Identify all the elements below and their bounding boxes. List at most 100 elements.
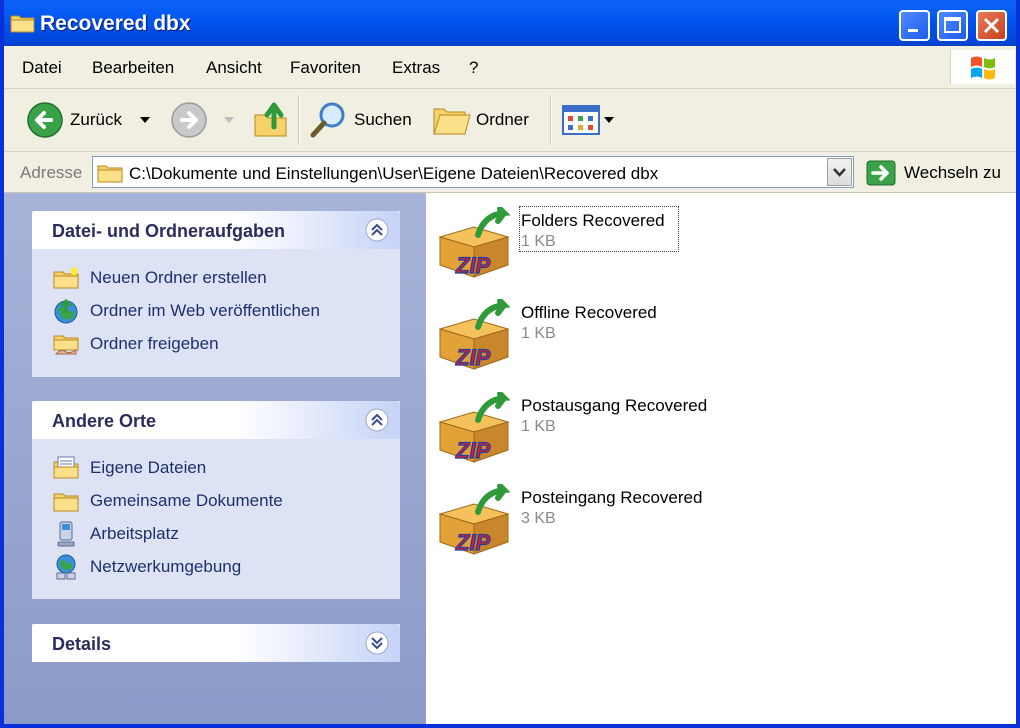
title-bar[interactable]: Recovered dbx bbox=[4, 0, 1016, 46]
menu-bearbeiten[interactable]: Bearbeiten bbox=[92, 58, 174, 78]
file-size: 1 KB bbox=[521, 233, 556, 250]
folders-label: Ordner bbox=[476, 110, 529, 129]
file-size: 3 KB bbox=[521, 510, 556, 527]
task-pane: Datei- und Ordneraufgaben Neuen Ordner e… bbox=[4, 193, 426, 724]
windows-flag-icon bbox=[971, 56, 995, 80]
minimize-button[interactable] bbox=[899, 10, 930, 41]
chevron-down-icon bbox=[833, 168, 846, 177]
other-places-body: Eigene Dateien Gemeinsame Dokumente Arbe… bbox=[32, 439, 400, 599]
zip-archive-icon: ZIP bbox=[438, 207, 511, 279]
collapse-icon[interactable] bbox=[365, 408, 389, 432]
file-item-folders-recovered[interactable]: ZIP Folders Recovered 1 KB bbox=[434, 206, 734, 285]
zip-archive-icon: ZIP bbox=[438, 299, 511, 371]
task-label: Arbeitsplatz bbox=[90, 524, 179, 543]
file-item-posteingang-recovered[interactable]: ZIP Posteingang Recovered 3 KB bbox=[434, 484, 734, 562]
file-size: 1 KB bbox=[521, 325, 556, 342]
forward-button[interactable] bbox=[166, 89, 238, 151]
new-folder-icon bbox=[53, 267, 79, 289]
windows-logo bbox=[950, 50, 1015, 84]
file-tasks-header[interactable]: Datei- und Ordneraufgaben bbox=[32, 211, 400, 249]
shared-documents-icon bbox=[53, 493, 79, 512]
file-name: Folders Recovered bbox=[521, 211, 665, 230]
back-arrow-icon bbox=[27, 102, 63, 138]
folder-icon bbox=[97, 165, 123, 183]
address-path: C:\Dokumente und Einstellungen\User\Eige… bbox=[129, 164, 659, 183]
zip-archive-icon: ZIP bbox=[438, 484, 511, 556]
back-button[interactable]: Zurück bbox=[22, 89, 154, 151]
minimize-icon bbox=[908, 29, 918, 32]
address-input[interactable]: C:\Dokumente und Einstellungen\User\Eige… bbox=[92, 156, 854, 188]
file-name: Offline Recovered bbox=[521, 303, 657, 322]
task-label: Gemeinsame Dokumente bbox=[90, 491, 283, 510]
file-size: 1 KB bbox=[521, 418, 556, 435]
folder-icon bbox=[10, 15, 35, 33]
my-documents-icon bbox=[53, 456, 79, 479]
svg-text:ZIP: ZIP bbox=[455, 438, 491, 463]
menu-bar: Datei Bearbeiten Ansicht Favoriten Extra… bbox=[4, 46, 1016, 89]
window-title: Recovered dbx bbox=[40, 12, 191, 35]
web-publish-icon bbox=[54, 298, 78, 324]
views-button[interactable] bbox=[560, 89, 618, 151]
file-item-postausgang-recovered[interactable]: ZIP Postausgang Recovered 1 KB bbox=[434, 392, 734, 470]
panel-title: Datei- und Ordneraufgaben bbox=[52, 221, 286, 241]
chevron-down-icon[interactable] bbox=[604, 117, 614, 123]
other-places-panel: Andere Orte Eigene Dateien Gemeinsame Do… bbox=[32, 401, 400, 599]
expand-icon[interactable] bbox=[365, 631, 389, 655]
collapse-icon[interactable] bbox=[365, 218, 389, 242]
go-arrow-icon bbox=[866, 160, 896, 186]
back-label: Zurück bbox=[70, 110, 122, 129]
folders-icon bbox=[433, 108, 471, 135]
panel-title: Andere Orte bbox=[52, 411, 157, 431]
file-name: Postausgang Recovered bbox=[521, 396, 708, 415]
forward-arrow-icon bbox=[171, 102, 207, 138]
chevron-down-icon[interactable] bbox=[140, 117, 150, 123]
my-computer-icon bbox=[57, 521, 75, 547]
file-item-offline-recovered[interactable]: ZIP Offline Recovered 1 KB bbox=[434, 299, 734, 377]
share-folder-icon bbox=[53, 335, 79, 355]
chevron-down-icon[interactable] bbox=[224, 117, 234, 123]
panel-title: Details bbox=[52, 634, 112, 654]
svg-text:ZIP: ZIP bbox=[455, 253, 491, 278]
search-label: Suchen bbox=[354, 110, 412, 129]
zip-archive-icon: ZIP bbox=[438, 392, 511, 464]
toolbar-separator bbox=[298, 95, 300, 145]
explorer-window: Recovered dbx Datei Bearbeiten Ansicht F… bbox=[0, 0, 1020, 728]
folder-up-icon bbox=[254, 102, 287, 137]
file-name: Posteingang Recovered bbox=[521, 488, 703, 507]
maximize-button[interactable] bbox=[937, 10, 968, 41]
task-label: Neuen Ordner erstellen bbox=[90, 268, 267, 287]
file-list: ZIP Folders Recovered 1 KB ZIP Offline R… bbox=[426, 193, 1016, 724]
task-label: Ordner im Web veröffentlichen bbox=[90, 301, 320, 320]
menu-favoriten[interactable]: Favoriten bbox=[290, 58, 361, 78]
search-button[interactable]: Suchen bbox=[306, 89, 418, 151]
search-icon bbox=[310, 102, 345, 138]
go-label: Wechseln zu bbox=[904, 163, 1002, 182]
menu-ansicht[interactable]: Ansicht bbox=[206, 58, 262, 78]
other-places-header[interactable]: Andere Orte bbox=[32, 401, 400, 439]
folders-button[interactable]: Ordner bbox=[430, 89, 538, 151]
toolbar: Zurück Suchen Ordner bbox=[4, 89, 1016, 152]
menu-help[interactable]: ? bbox=[469, 58, 478, 78]
address-label: Adresse bbox=[20, 163, 83, 182]
task-label: Netzwerkumgebung bbox=[90, 557, 242, 576]
close-icon bbox=[983, 17, 1000, 34]
file-tasks-panel: Datei- und Ordneraufgaben Neuen Ordner e… bbox=[32, 211, 400, 377]
go-button[interactable]: Wechseln zu bbox=[866, 160, 1012, 186]
address-bar: Adresse C:\Dokumente und Einstellungen\U… bbox=[4, 152, 1016, 193]
toolbar-separator bbox=[550, 95, 552, 145]
maximize-icon bbox=[944, 17, 961, 33]
svg-text:ZIP: ZIP bbox=[455, 345, 491, 370]
network-icon bbox=[56, 554, 76, 580]
task-label: Eigene Dateien bbox=[90, 458, 207, 477]
menu-datei[interactable]: Datei bbox=[22, 58, 62, 78]
details-header[interactable]: Details bbox=[32, 624, 400, 662]
file-tasks-body: Neuen Ordner erstellen Ordner im Web ver… bbox=[32, 249, 400, 377]
view-grid-icon bbox=[562, 105, 600, 135]
task-label: Ordner freigeben bbox=[90, 334, 219, 353]
menu-extras[interactable]: Extras bbox=[392, 58, 440, 78]
svg-text:ZIP: ZIP bbox=[455, 530, 491, 555]
up-folder-button[interactable] bbox=[250, 89, 292, 151]
close-button[interactable] bbox=[976, 10, 1007, 41]
address-dropdown-button[interactable] bbox=[827, 158, 852, 186]
details-panel: Details bbox=[32, 624, 400, 662]
